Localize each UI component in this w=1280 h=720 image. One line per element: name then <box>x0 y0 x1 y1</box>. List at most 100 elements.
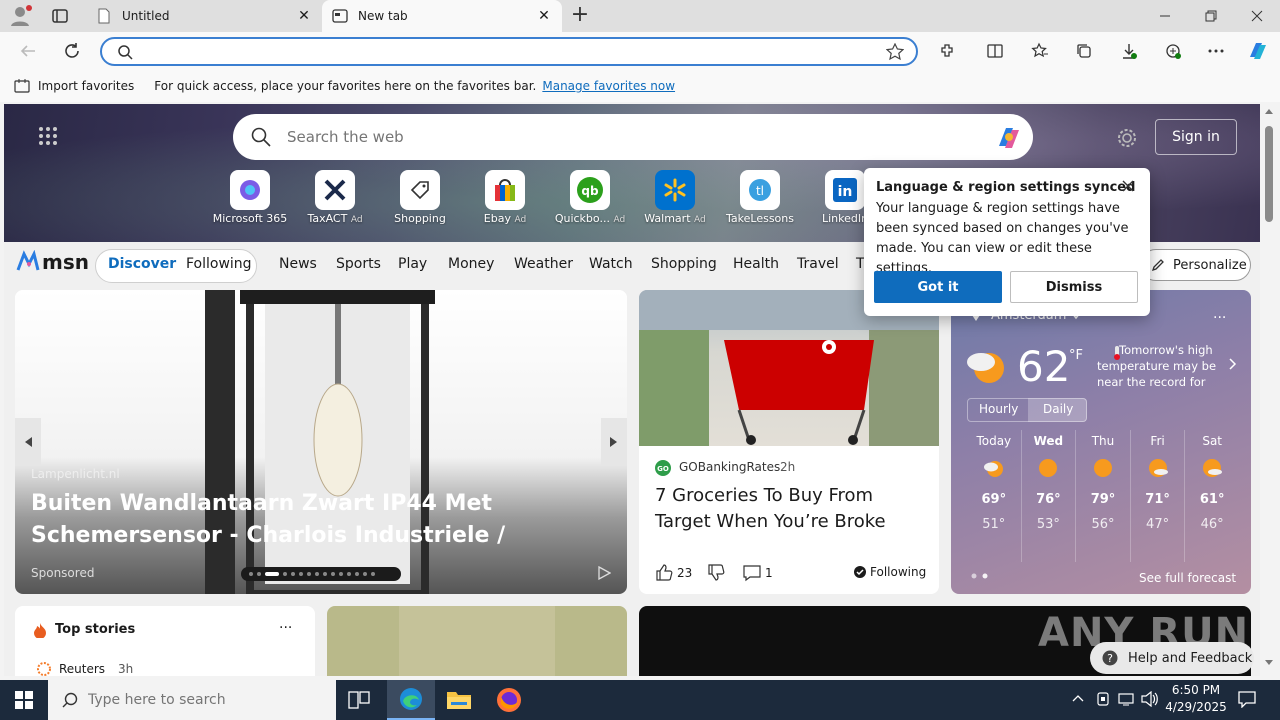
notifications-icon[interactable] <box>1238 690 1256 708</box>
new-tab-button[interactable]: + <box>568 4 592 28</box>
performance-icon[interactable] <box>1158 36 1188 66</box>
top-stories-more-icon[interactable]: ··· <box>279 620 292 636</box>
hero-article-card[interactable]: Lampenlicht.nl Buiten Wandlantaarn Zwart… <box>15 290 627 594</box>
comment-icon[interactable] <box>743 564 761 582</box>
nav-money[interactable]: Money <box>448 256 494 272</box>
copilot-search-icon[interactable] <box>993 122 1023 152</box>
sign-in-button[interactable]: Sign in <box>1155 119 1237 155</box>
image-article-card[interactable] <box>327 606 627 676</box>
nav-sports[interactable]: Sports <box>336 256 381 272</box>
split-screen-icon[interactable] <box>980 36 1010 66</box>
see-full-forecast-link[interactable]: See full forecast <box>1139 571 1236 585</box>
tab-new-tab[interactable]: New tab ✕ <box>322 0 562 32</box>
help-feedback-button[interactable]: ? Help and Feedback <box>1090 642 1254 674</box>
scroll-up-icon[interactable] <box>1265 108 1273 116</box>
top-stories-title[interactable]: Top stories <box>55 622 135 637</box>
weather-alert-note[interactable]: Tomorrow's high temperature may be near … <box>1097 342 1225 390</box>
article-title[interactable]: 7 Groceries To Buy From Target When You’… <box>655 483 927 535</box>
manage-favorites-link[interactable]: Manage favorites now <box>542 79 675 93</box>
web-search-box[interactable] <box>233 114 1033 160</box>
start-button[interactable] <box>0 680 48 720</box>
minimize-button[interactable] <box>1142 0 1188 32</box>
following-label[interactable]: Following <box>870 565 926 579</box>
taskbar-search-box[interactable] <box>48 680 336 720</box>
personalize-button[interactable]: Personalize <box>1140 249 1251 281</box>
settings-gear-icon[interactable] <box>1116 127 1138 149</box>
close-tab-icon[interactable]: ✕ <box>296 8 312 24</box>
msn-logo[interactable]: msn <box>16 250 89 274</box>
extensions-icon[interactable] <box>932 36 962 66</box>
carousel-prev-button[interactable] <box>15 418 41 466</box>
tab-following[interactable]: Following <box>186 256 252 272</box>
tab-discover[interactable]: Discover <box>108 256 176 272</box>
forecast-day[interactable]: Today 69° 51° <box>967 430 1022 562</box>
show-hidden-icons-icon[interactable] <box>1072 694 1084 702</box>
copilot-icon[interactable] <box>1243 36 1273 66</box>
task-view-icon[interactable] <box>348 690 370 710</box>
web-search-input[interactable] <box>287 128 967 146</box>
forecast-day[interactable]: Thu 79° 56° <box>1076 430 1131 562</box>
tray-app-icon[interactable] <box>1096 691 1110 707</box>
ad-choices-icon[interactable] <box>597 566 611 580</box>
restore-button[interactable] <box>1188 0 1234 32</box>
weather-card[interactable]: Amsterdam ··· 62 °F Tomorrow's high temp… <box>951 290 1251 594</box>
refresh-icon[interactable] <box>57 36 87 66</box>
dismiss-button[interactable]: Dismiss <box>1010 271 1138 303</box>
nav-shopping[interactable]: Shopping <box>651 256 717 272</box>
quick-link-ebay[interactable]: Ebay Ad <box>460 170 550 225</box>
popup-close-icon[interactable] <box>1122 180 1134 192</box>
article-source[interactable]: GOBankingRates <box>679 460 780 474</box>
pager-dots[interactable] <box>971 573 991 579</box>
tab-daily[interactable]: Daily <box>1043 402 1073 416</box>
taskbar-search-input[interactable] <box>88 692 328 708</box>
weather-more-icon[interactable]: ··· <box>1213 310 1226 326</box>
edge-taskbar-icon[interactable] <box>387 680 435 720</box>
carousel-next-button[interactable] <box>601 418 627 466</box>
favorite-star-icon[interactable] <box>886 43 904 61</box>
back-icon[interactable] <box>13 36 43 66</box>
got-it-button[interactable]: Got it <box>874 271 1002 303</box>
forecast-day[interactable]: Wed 76° 53° <box>1022 430 1077 562</box>
nav-watch[interactable]: Watch <box>589 256 633 272</box>
apps-grid-icon[interactable] <box>38 126 58 146</box>
quick-link-taxact[interactable]: TaxACT Ad <box>290 170 380 225</box>
quick-link-quickbooks[interactable]: qb Quickbo... Ad <box>545 170 635 225</box>
temperature-unit[interactable]: °F <box>1069 348 1083 363</box>
like-icon[interactable] <box>655 563 673 581</box>
address-bar[interactable] <box>100 37 918 66</box>
firefox-icon[interactable] <box>496 687 522 713</box>
network-icon[interactable] <box>1118 691 1134 707</box>
close-window-button[interactable] <box>1234 0 1280 32</box>
nav-weather[interactable]: Weather <box>514 256 573 272</box>
forecast-day[interactable]: Sat 61° 46° <box>1185 430 1239 562</box>
quick-link-takelessons[interactable]: tl TakeLessons <box>715 170 805 225</box>
grocery-article-card[interactable]: GO GOBankingRates 2h 7 Groceries To Buy … <box>639 290 939 594</box>
import-favorites-link[interactable]: Import favorites <box>38 79 134 93</box>
downloads-icon[interactable] <box>1114 36 1144 66</box>
dislike-icon[interactable] <box>707 564 725 582</box>
nav-health[interactable]: Health <box>733 256 779 272</box>
nav-play[interactable]: Play <box>398 256 427 272</box>
favorites-icon[interactable] <box>1025 36 1055 66</box>
nav-news[interactable]: News <box>279 256 317 272</box>
collections-icon[interactable] <box>1069 36 1099 66</box>
page-scrollbar[interactable] <box>1262 104 1276 676</box>
volume-icon[interactable] <box>1141 691 1159 707</box>
tab-actions-icon[interactable] <box>50 6 70 26</box>
hero-title[interactable]: Buiten Wandlantaarn Zwart IP44 Met Schem… <box>31 488 601 554</box>
forecast-day[interactable]: Fri 71° 47° <box>1131 430 1186 562</box>
scroll-thumb[interactable] <box>1265 126 1273 222</box>
file-explorer-icon[interactable] <box>446 688 472 710</box>
weather-next-icon[interactable] <box>1229 358 1237 370</box>
clock[interactable]: 6:50 PM 4/29/2025 <box>1164 682 1228 716</box>
quick-link-walmart[interactable]: Walmart Ad <box>630 170 720 225</box>
tab-untitled[interactable]: Untitled ✕ <box>86 0 322 32</box>
more-menu-icon[interactable] <box>1201 36 1231 66</box>
import-favorites-icon[interactable] <box>14 78 30 94</box>
quick-link-microsoft365[interactable]: Microsoft 365 <box>205 170 295 225</box>
nav-travel[interactable]: Travel <box>797 256 839 272</box>
tab-hourly[interactable]: Hourly <box>979 402 1018 416</box>
address-input[interactable] <box>142 42 862 62</box>
quick-link-shopping[interactable]: Shopping <box>375 170 465 225</box>
scroll-down-icon[interactable] <box>1265 660 1273 668</box>
